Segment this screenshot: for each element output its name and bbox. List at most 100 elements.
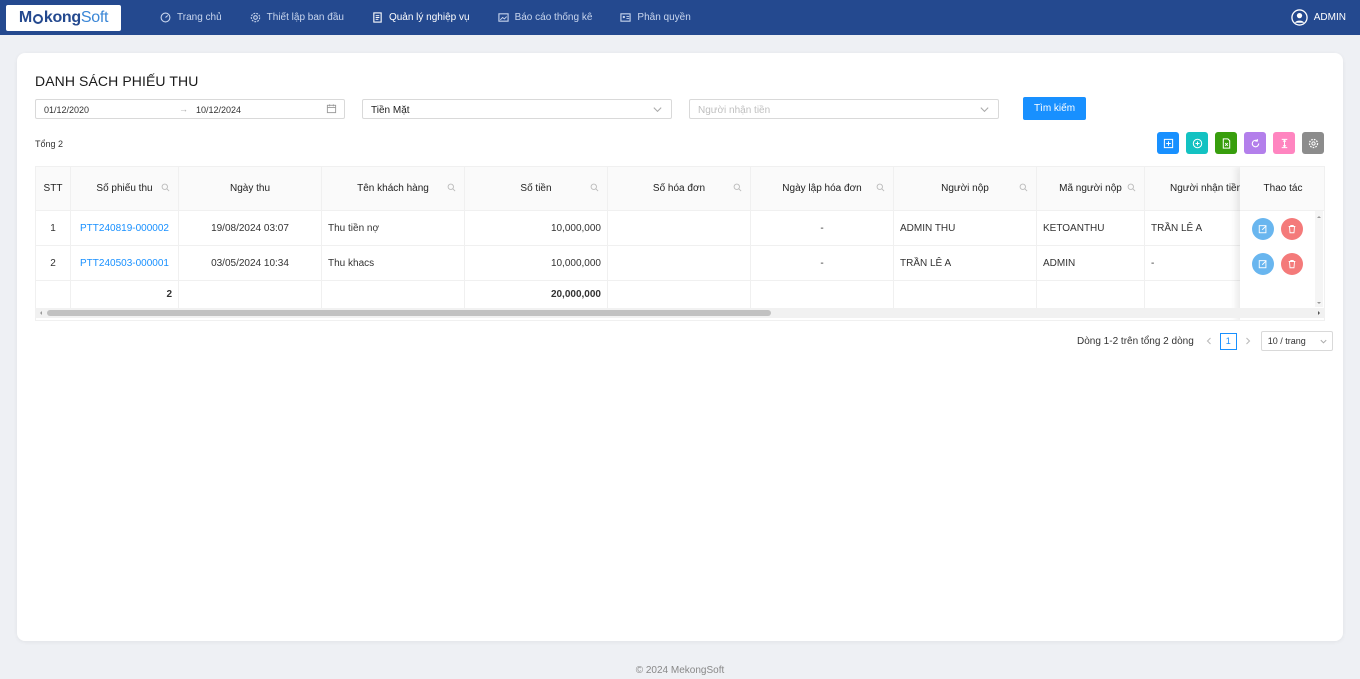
column-header-receipt-date: Ngày thu [179,167,322,211]
table-cell [608,246,751,281]
add-button[interactable] [1157,132,1179,154]
chevron-down-icon [980,107,989,113]
summary-cell [322,281,465,309]
nav-item-initial-setup[interactable]: Thiết lập ban đầu [250,12,344,23]
payment-method-value: Tiền Mặt [371,105,410,116]
date-range-picker[interactable]: 01/12/2020 → 10/12/2024 [35,99,345,119]
plus-square-icon [1163,138,1173,148]
chevron-left-icon[interactable] [1204,336,1214,346]
search-icon[interactable] [1019,183,1028,192]
logo-ring-icon [32,14,43,24]
search-button[interactable]: Tìm kiếm [1023,97,1086,120]
search-icon[interactable] [876,183,885,192]
search-icon[interactable] [590,183,599,192]
summary-cell [894,281,1037,309]
settings-button[interactable] [1302,132,1324,154]
chevron-down-icon [1320,339,1327,344]
date-from-input[interactable]: 01/12/2020 [44,105,89,115]
column-header-payer-code[interactable]: Mã người nộp [1037,167,1145,211]
vertical-scrollbar[interactable] [1315,211,1323,307]
excel-file-icon [1222,137,1230,149]
reload-icon [1251,138,1259,147]
nav-item-reports[interactable]: Báo cáo thống kê [497,12,592,23]
table-toolbar [1157,132,1331,154]
scroll-up-icon [1317,216,1321,218]
table-cell: - [751,246,894,281]
date-to-input[interactable]: 10/12/2024 [196,105,241,115]
scrollbar-thumb[interactable] [47,310,771,316]
table-cell: Thu tiền nợ [322,211,465,246]
payment-method-select[interactable]: Tiền Mặt [362,99,672,119]
summary-cell [608,281,751,309]
edit-button[interactable] [1252,218,1274,240]
chevron-right-icon[interactable] [1243,336,1253,346]
trash-icon [1288,225,1296,234]
summary-amount: 20,000,000 [465,281,608,309]
search-icon[interactable] [733,183,742,192]
receiver-select[interactable]: Người nhận tiền [689,99,999,119]
user-menu[interactable]: ADMIN [1291,9,1346,26]
receipt-link[interactable]: PTT240503-000001 [80,258,169,269]
table-cell: Thu khacs [322,246,465,281]
column-header-customer[interactable]: Tên khách hàng [322,167,465,211]
summary-cell [179,281,322,309]
gear-icon [1308,138,1318,148]
table-cell: 1 [36,211,71,246]
column-header-invoice-no[interactable]: Số hóa đơn [608,167,751,211]
nav-item-permissions[interactable]: Phân quyền [620,12,691,23]
table-cell: KETOANTHU [1037,211,1145,246]
scroll-left-icon [40,311,42,315]
table-cell: 03/05/2024 10:34 [179,246,322,281]
table-cell: PTT240503-000001 [71,246,179,281]
nav-item-business-management[interactable]: Quản lý nghiệp vụ [372,12,470,23]
edit-icon [1258,225,1267,234]
table-cell: - [751,211,894,246]
receiver-placeholder: Người nhận tiền [698,105,771,116]
summary-count: 2 [71,281,179,309]
page-size-select[interactable]: 10 / trang [1260,331,1333,351]
arrow-right-icon: → [179,104,188,114]
table-cell: ADMIN THU [894,211,1037,246]
edit-button[interactable] [1252,253,1274,275]
search-icon[interactable] [161,183,170,192]
nav-item-home[interactable]: Trang chủ [160,12,222,23]
column-header-invoice-date[interactable]: Ngày lập hóa đơn [751,167,894,211]
column-header-payer[interactable]: Người nộp [894,167,1037,211]
total-count: Tổng 2 [35,139,64,149]
search-icon[interactable] [447,183,456,192]
reload-button[interactable] [1244,132,1266,154]
table-cell: ADMIN [1037,246,1145,281]
export-excel-button[interactable] [1215,132,1237,154]
page-size-value: 10 / trang [1267,336,1306,346]
settings-icon [250,12,260,23]
top-navbar: Mkong Soft Trang chủ Thiết lập ban đầu Qu… [0,0,1360,35]
pagination: Dòng 1-2 trên tổng 2 dòng 1 10 / trang [1077,331,1333,351]
user-avatar-icon [1291,9,1308,26]
delete-button[interactable] [1281,253,1303,275]
search-icon[interactable] [1127,183,1136,192]
plus-circle-icon [1192,138,1202,148]
edit-icon [1258,260,1267,269]
table-cell: TRẦN LÊ A [894,246,1037,281]
scroll-right-icon [1318,311,1320,315]
column-header-stt: STT [36,167,71,211]
horizontal-scrollbar[interactable] [35,308,1325,318]
footer-copyright: © 2024 MekongSoft [635,665,725,676]
pagination-range: Dòng 1-2 trên tổng 2 dòng [1077,335,1194,347]
summary-cell [751,281,894,309]
table-cell [608,211,751,246]
brand-logo[interactable]: Mkong Soft [6,5,121,31]
column-header-receipt-code[interactable]: Số phiếu thu [71,167,179,211]
column-height-button[interactable] [1273,132,1295,154]
add-circle-button[interactable] [1186,132,1208,154]
page-button-current[interactable]: 1 [1219,332,1237,350]
id-card-icon [620,13,632,22]
receipts-table: STT Số phiếu thu Ngày thu Tên khách hàng… [35,166,1325,321]
receipt-link[interactable]: PTT240819-000002 [80,223,169,234]
delete-button[interactable] [1281,218,1303,240]
column-header-actions: Thao tác [1240,167,1324,211]
chevron-down-icon [653,107,662,113]
column-header-amount[interactable]: Số tiền [465,167,608,211]
main-nav: Trang chủ Thiết lập ban đầu Quản lý nghi… [160,0,719,35]
table-cell: PTT240819-000002 [71,211,179,246]
